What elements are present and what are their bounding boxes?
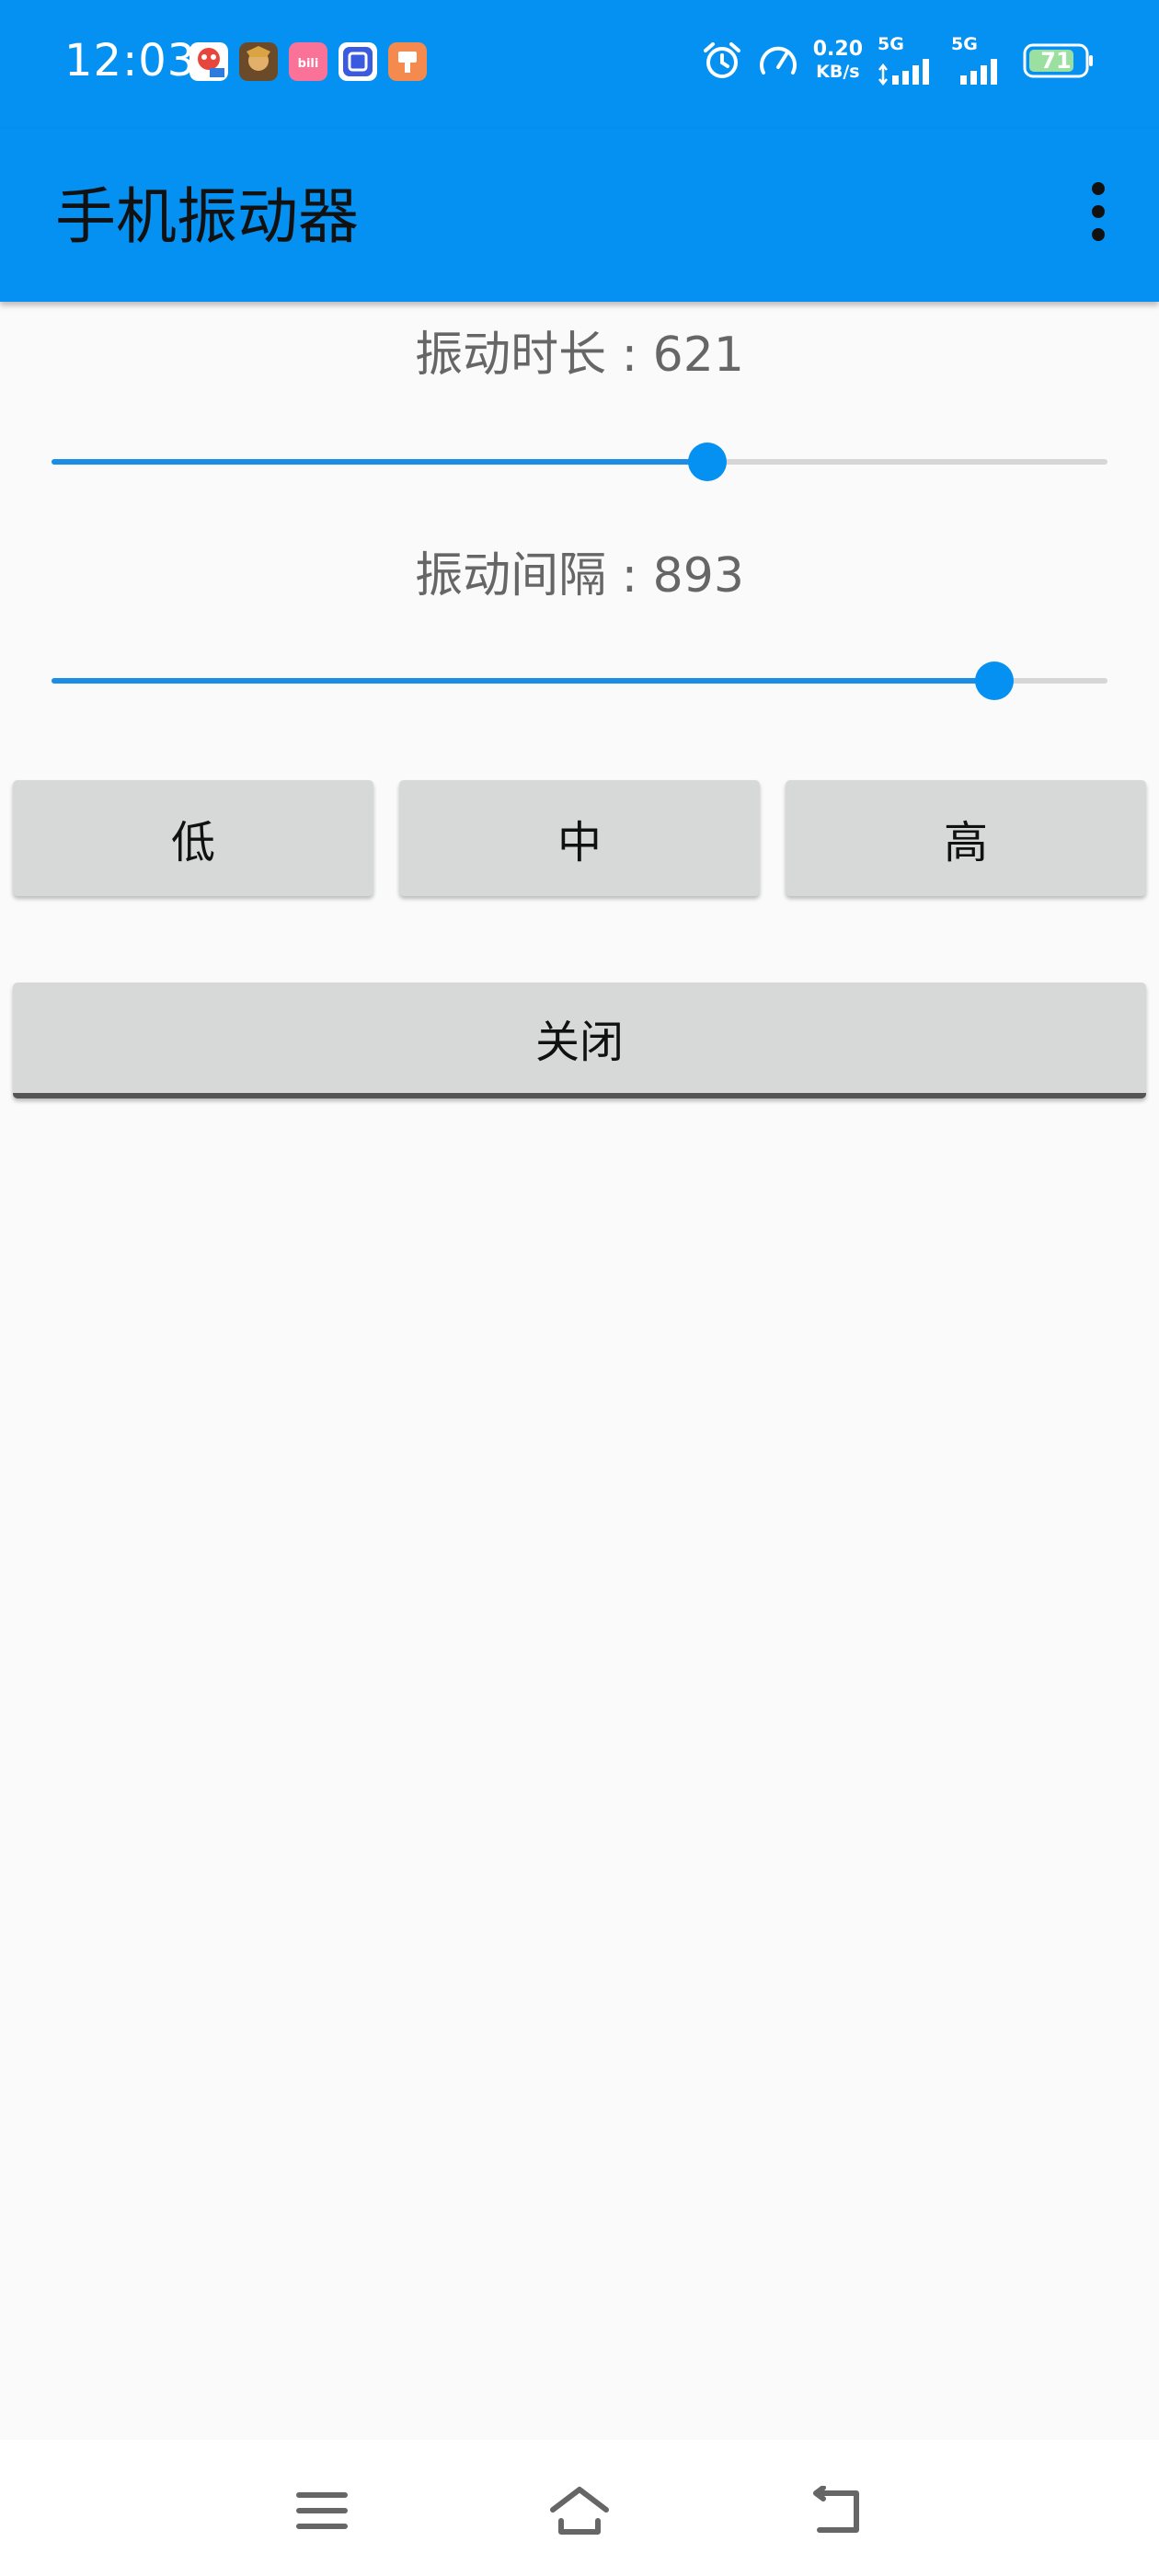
back-nav-button[interactable] bbox=[800, 2478, 874, 2543]
signal-2-label: 5G bbox=[951, 34, 978, 54]
home-icon bbox=[550, 2487, 609, 2535]
speed-unit: KB/s bbox=[816, 62, 860, 82]
status-time: 12:03 bbox=[64, 35, 197, 86]
slider-track-fill bbox=[52, 459, 707, 465]
system-status-icons: 0.20 KB/s 5G 5G 71 bbox=[701, 35, 1095, 86]
high-button[interactable]: 高 bbox=[786, 780, 1146, 896]
menu-nav-button[interactable] bbox=[285, 2478, 359, 2543]
app-bar: 手机振动器 bbox=[0, 129, 1159, 302]
duration-label: 振动时长 : 621 bbox=[415, 328, 744, 383]
app-title: 手机振动器 bbox=[55, 181, 359, 252]
duration-slider[interactable] bbox=[52, 434, 1107, 489]
svg-text:bili: bili bbox=[298, 57, 319, 71]
battery: 71 bbox=[1023, 42, 1095, 79]
speed-value: 0.20 bbox=[812, 38, 863, 61]
bilibili-icon: bili bbox=[289, 42, 327, 81]
orange-app-icon bbox=[388, 42, 427, 81]
slider-thumb[interactable] bbox=[975, 661, 1015, 700]
notification-icons: bili bbox=[189, 42, 427, 81]
low-button[interactable]: 低 bbox=[13, 780, 373, 896]
hero-game-icon bbox=[239, 42, 278, 81]
slider-track-fill bbox=[52, 678, 995, 684]
more-vert-icon bbox=[1092, 182, 1105, 195]
signal-1-label: 5G bbox=[878, 34, 904, 54]
tieba-icon bbox=[339, 42, 377, 81]
more-vert-dot bbox=[1092, 205, 1105, 218]
network-speed: 0.20 KB/s bbox=[813, 39, 863, 83]
game-app-icon bbox=[189, 42, 228, 81]
close-button[interactable]: 关闭 bbox=[13, 983, 1146, 1098]
slider-thumb[interactable] bbox=[687, 443, 727, 481]
overflow-menu-button[interactable] bbox=[1080, 182, 1117, 252]
back-icon bbox=[813, 2486, 859, 2533]
signal-bars-icon bbox=[878, 59, 929, 86]
speedometer-icon bbox=[759, 46, 797, 75]
alarm-icon bbox=[703, 42, 740, 78]
battery-level: 71 bbox=[1040, 48, 1072, 74]
status-bar: 12:03 bili 0.20 KB/s 5G 5G 71 bbox=[0, 0, 1159, 129]
signal-1: 5G bbox=[876, 35, 936, 86]
signal-2: 5G bbox=[949, 35, 1010, 86]
menu-icon bbox=[296, 2492, 348, 2529]
signal-bars-icon bbox=[960, 59, 997, 85]
interval-slider[interactable] bbox=[52, 653, 1107, 708]
home-nav-button[interactable] bbox=[543, 2478, 616, 2543]
mid-button[interactable]: 中 bbox=[399, 780, 760, 896]
interval-label: 振动间隔 : 893 bbox=[415, 548, 744, 604]
more-vert-dot bbox=[1092, 228, 1105, 241]
navigation-bar bbox=[0, 2440, 1159, 2576]
